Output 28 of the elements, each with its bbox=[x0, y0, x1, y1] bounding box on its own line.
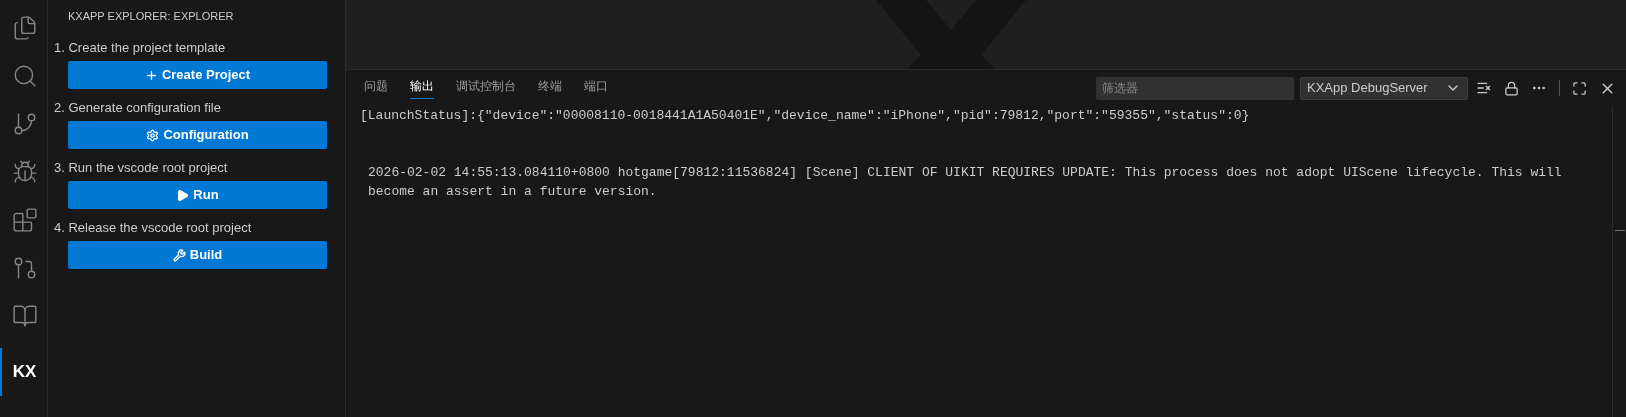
step-button[interactable]: Build bbox=[68, 241, 327, 269]
step-label: 4. Release the vscode root project bbox=[54, 220, 253, 236]
book-icon bbox=[11, 303, 38, 329]
panel-tab[interactable]: 端口 bbox=[584, 77, 608, 99]
blocks-icon bbox=[11, 207, 38, 233]
step-label: 2. Generate configuration file bbox=[54, 100, 222, 116]
channel-dropdown[interactable]: KXApp DebugServer bbox=[1300, 76, 1468, 100]
gear-icon bbox=[146, 128, 160, 142]
panel-tab[interactable]: 输出 bbox=[410, 77, 434, 99]
step-button[interactable]: Create Project bbox=[68, 61, 327, 89]
step-button[interactable]: Configuration bbox=[68, 121, 327, 149]
panel-tab[interactable]: 终端 bbox=[538, 77, 562, 99]
filter-field[interactable]: 筛选器 bbox=[1096, 76, 1294, 100]
panel-tab[interactable]: 问题 bbox=[364, 77, 388, 99]
bug-icon bbox=[11, 159, 38, 185]
step-label: 1. Create the project template bbox=[54, 40, 227, 56]
lock-icon[interactable] bbox=[1504, 80, 1519, 96]
plus-icon bbox=[144, 68, 158, 82]
sidebar-title: KXAPP EXPLORER: EXPLORER bbox=[67, 9, 235, 24]
output-line: [LaunchStatus]:{"device":"00008110-0018441A1A50401E","device_name":"iPhone","pid":79812,"port":"59355","status":0} bbox=[360, 107, 1251, 125]
play-icon bbox=[176, 188, 190, 202]
clear-output-icon[interactable] bbox=[1476, 80, 1492, 96]
panel-tab[interactable]: 调试控制台 bbox=[456, 77, 516, 99]
tools-icon bbox=[172, 248, 186, 262]
output-line: 2026-02-02 14:55:13.084110+0800 hotgame[79812:11536824] [Scene] CLIENT OF UIKIT REQUIRES UPDATE: This process does not adopt UIScene lifecycle. This will become an assert in a future version. bbox=[367, 164, 1563, 201]
step-label: 3. Run the vscode root project bbox=[54, 160, 229, 176]
step-button[interactable]: Run bbox=[68, 181, 327, 209]
maximize-icon[interactable] bbox=[1572, 80, 1587, 96]
